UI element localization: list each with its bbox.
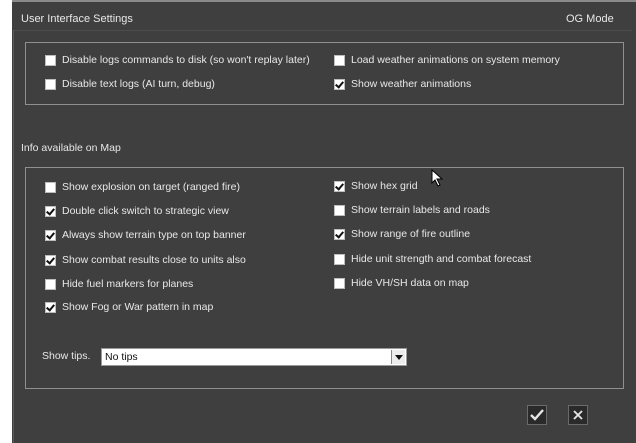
og-mode-label[interactable]: OG Mode <box>566 13 614 25</box>
checkbox-box[interactable] <box>334 204 345 216</box>
checkbox-box[interactable] <box>334 228 345 240</box>
checkbox-label: Always show terrain type on top banner <box>62 229 246 241</box>
checkbox-label: Double click switch to strategic view <box>62 205 229 217</box>
checkbox-label: Show Fog or War pattern in map <box>62 301 214 313</box>
checkbox-label: Hide VH/SH data on map <box>351 277 469 289</box>
checkbox-range-of-fire[interactable]: Show range of fire outline <box>334 227 470 241</box>
map-section-title: Info available on Map <box>21 142 121 154</box>
confirm-button[interactable] <box>527 405 547 425</box>
cancel-button[interactable] <box>568 405 588 425</box>
checkbox-box[interactable] <box>45 229 56 241</box>
checkbox-label: Show explosion on target (ranged fire) <box>62 181 241 193</box>
checkbox-box[interactable] <box>334 180 345 192</box>
checkbox-label: Hide fuel markers for planes <box>62 278 194 290</box>
window-left-edge <box>13 30 14 443</box>
checkbox-box[interactable] <box>45 301 56 313</box>
checkbox-box[interactable] <box>334 253 345 265</box>
checkbox-label: Show range of fire outline <box>351 228 471 240</box>
checkbox-hide-vh-sh[interactable]: Hide VH/SH data on map <box>334 276 469 290</box>
checkbox-box[interactable] <box>334 277 345 289</box>
show-tips-value: No tips <box>105 351 138 363</box>
checkbox-double-click-strategic[interactable]: Double click switch to strategic view <box>45 204 229 218</box>
checkbox-show-explosion[interactable]: Show explosion on target (ranged fire) <box>45 180 240 194</box>
checkbox-terrain-labels-roads[interactable]: Show terrain labels and roads <box>334 203 490 217</box>
checkbox-show-weather-animations[interactable]: Show weather animations <box>334 77 471 91</box>
checkbox-label: Show hex grid <box>351 180 418 192</box>
logs-panel <box>25 42 624 105</box>
checkbox-disable-text-logs[interactable]: Disable text logs (AI turn, debug) <box>45 77 215 91</box>
checkmark-icon <box>530 409 544 421</box>
checkbox-box[interactable] <box>334 78 345 90</box>
checkbox-box[interactable] <box>45 205 56 217</box>
show-tips-dropdown[interactable]: No tips <box>101 348 407 366</box>
checkbox-label: Show terrain labels and roads <box>351 204 490 216</box>
checkbox-box[interactable] <box>45 254 56 266</box>
checkbox-label: Hide unit strength and combat forecast <box>351 253 532 265</box>
checkbox-box[interactable] <box>45 54 56 66</box>
checkbox-label: Disable text logs (AI turn, debug) <box>62 78 215 90</box>
checkbox-show-hex-grid[interactable]: Show hex grid <box>334 179 418 193</box>
checkbox-hide-unit-strength[interactable]: Hide unit strength and combat forecast <box>334 252 531 266</box>
checkbox-box[interactable] <box>45 278 56 290</box>
checkbox-terrain-type-banner[interactable]: Always show terrain type on top banner <box>45 228 246 242</box>
checkbox-load-weather-animations[interactable]: Load weather animations on system memory <box>334 53 560 67</box>
checkbox-label: Load weather animations on system memory <box>351 54 560 66</box>
checkbox-box[interactable] <box>334 54 345 66</box>
checkbox-label: Disable logs commands to disk (so won't … <box>62 54 310 66</box>
mouse-cursor-icon <box>431 169 444 187</box>
dropdown-arrow-icon[interactable] <box>391 350 405 364</box>
checkbox-box[interactable] <box>45 78 56 90</box>
close-icon <box>573 410 583 420</box>
title-divider <box>14 30 632 31</box>
checkbox-combat-results[interactable]: Show combat results close to units also <box>45 253 246 267</box>
checkbox-box[interactable] <box>45 181 56 193</box>
checkbox-fog-of-war[interactable]: Show Fog or War pattern in map <box>45 300 213 314</box>
checkbox-disable-logs-commands[interactable]: Disable logs commands to disk (so won't … <box>45 53 310 67</box>
checkbox-hide-fuel-markers[interactable]: Hide fuel markers for planes <box>45 277 193 291</box>
checkbox-label: Show weather animations <box>351 78 472 90</box>
show-tips-label: Show tips. <box>42 350 91 362</box>
window-title: User Interface Settings <box>21 13 133 25</box>
checkbox-label: Show combat results close to units also <box>62 254 246 266</box>
window-top-border <box>12 0 636 2</box>
